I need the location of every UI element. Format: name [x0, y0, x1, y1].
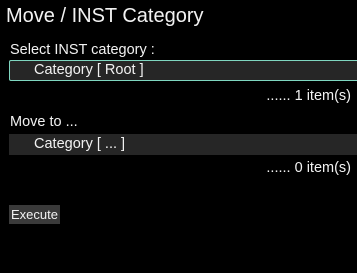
execute-button[interactable]: Execute [9, 205, 60, 224]
source-category-label: Select INST category : [10, 42, 155, 58]
target-item-count: ...... 0 item(s) [266, 160, 351, 176]
source-category-select[interactable]: Category [ Root ] [9, 60, 357, 81]
target-category-select[interactable]: Category [ ... ] [9, 134, 357, 155]
target-category-label: Move to ... [10, 114, 78, 130]
source-category-value: Category [ Root ] [34, 62, 144, 78]
page-title: Move / INST Category [6, 5, 204, 27]
source-item-count: ...... 1 item(s) [266, 88, 351, 104]
target-category-value: Category [ ... ] [34, 136, 126, 152]
